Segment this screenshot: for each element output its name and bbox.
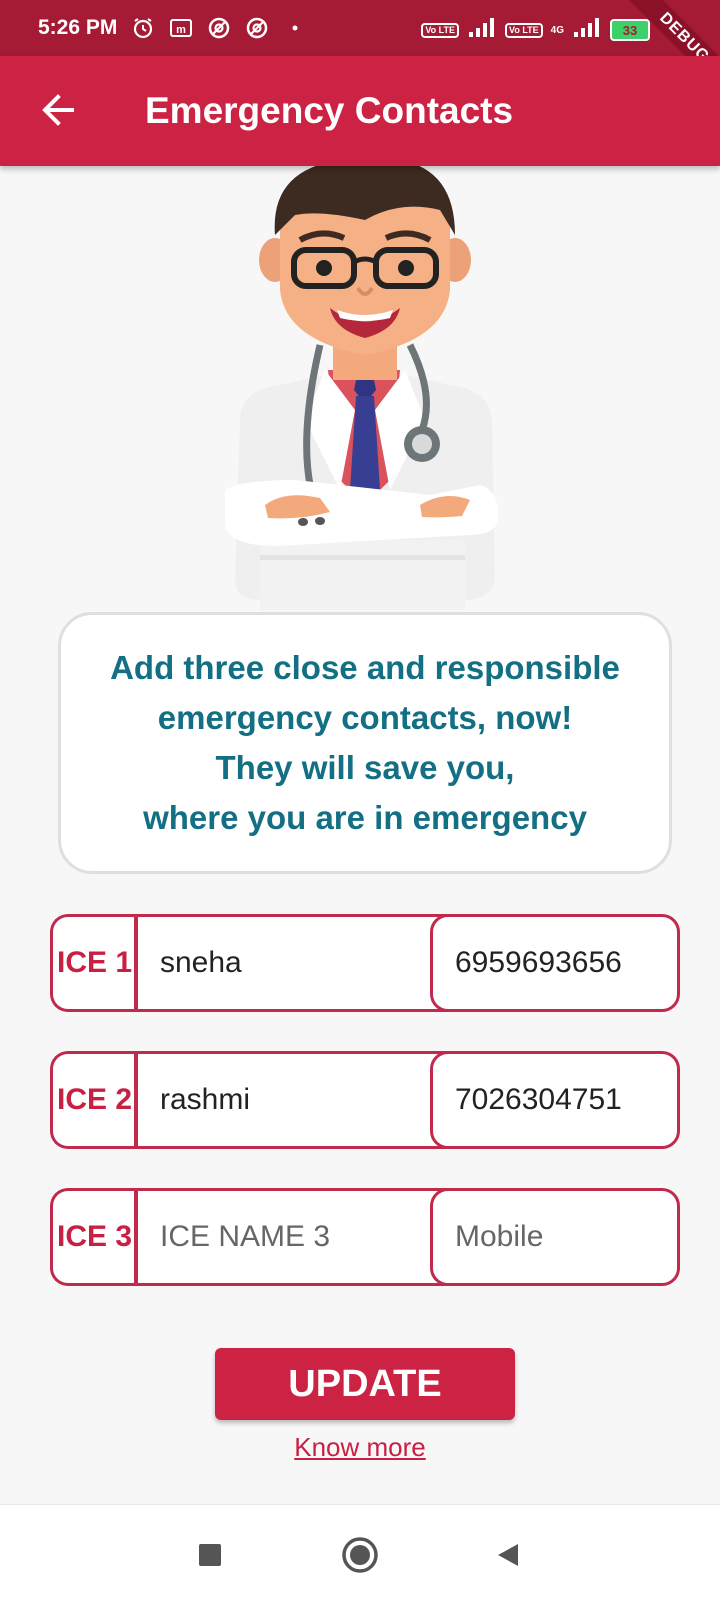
contact-row-1: ICE 1 sneha 6959693656 [50,914,680,1012]
home-circle-icon [342,1537,378,1573]
back-triangle-icon [498,1544,518,1566]
ice-mobile-placeholder: Mobile [455,1220,544,1253]
message-line: emergency contacts, now! [157,699,573,736]
ice-mobile-field[interactable]: Mobile [430,1188,680,1286]
ice-label: ICE 1 [50,914,136,1012]
know-more-link[interactable]: Know more [0,1432,720,1463]
m-icon: m [169,16,193,40]
label-divider [134,914,138,1012]
home-button[interactable] [340,1535,380,1575]
battery-icon: 33 [610,19,650,41]
contact-row-3: ICE 3 ICE NAME 3 Mobile [50,1188,680,1286]
update-button[interactable]: UPDATE [215,1348,515,1420]
back-arrow-icon [42,94,74,126]
system-back-button[interactable] [488,1535,528,1575]
ice-mobile-field[interactable]: 6959693656 [430,914,680,1012]
network-type: 4G [550,24,564,36]
ice-name-field[interactable]: ICE NAME 3 [136,1188,474,1286]
ice-mobile-field[interactable]: 7026304751 [430,1051,680,1149]
label-divider [134,1051,138,1149]
navigation-bar [0,1504,720,1600]
app-bar: Emergency Contacts [0,56,720,166]
ice-name-field[interactable]: rashmi [136,1051,474,1149]
status-indicators: Vo LTE Vo LTE 4G 33 [421,16,650,44]
doctor-illustration [225,160,499,610]
recents-square-icon [199,1544,221,1566]
no-disturb-icon [245,16,269,40]
ice-label: ICE 3 [50,1188,136,1286]
ice-name-field[interactable]: sneha [136,914,474,1012]
status-bar: 5:26 PM m Vo LTE Vo LTE 4G 33 DEBUG [0,0,720,104]
volte-badge: Vo LTE [421,22,459,38]
recents-button[interactable] [190,1535,230,1575]
contact-row-2: ICE 2 rashmi 7026304751 [50,1051,680,1149]
ice-mobile-value: 7026304751 [455,1083,622,1116]
ice-mobile-value: 6959693656 [455,946,622,979]
signal-icon [467,16,497,44]
ice-name-value: sneha [160,946,242,979]
status-time: 5:26 PM [38,16,118,39]
back-button[interactable] [36,88,80,132]
no-disturb-icon [207,16,231,40]
signal-icon [572,16,602,44]
volte-badge: Vo LTE [504,22,543,38]
label-divider [134,1188,138,1286]
message-card: Add three close and responsible emergenc… [58,612,672,874]
message-text: Add three close and responsible emergenc… [110,643,620,843]
message-line: where you are in emergency [143,799,587,836]
battery-level: 33 [622,22,638,38]
alarm-icon [131,16,155,40]
ice-label: ICE 2 [50,1051,136,1149]
dot-icon [283,16,307,40]
ice-name-value: rashmi [160,1083,251,1116]
message-line: Add three close and responsible [110,649,620,686]
page-title: Emergency Contacts [145,90,514,131]
message-line: They will save you, [215,749,515,786]
svg-text:m: m [176,24,186,36]
ice-name-placeholder: ICE NAME 3 [160,1220,331,1253]
